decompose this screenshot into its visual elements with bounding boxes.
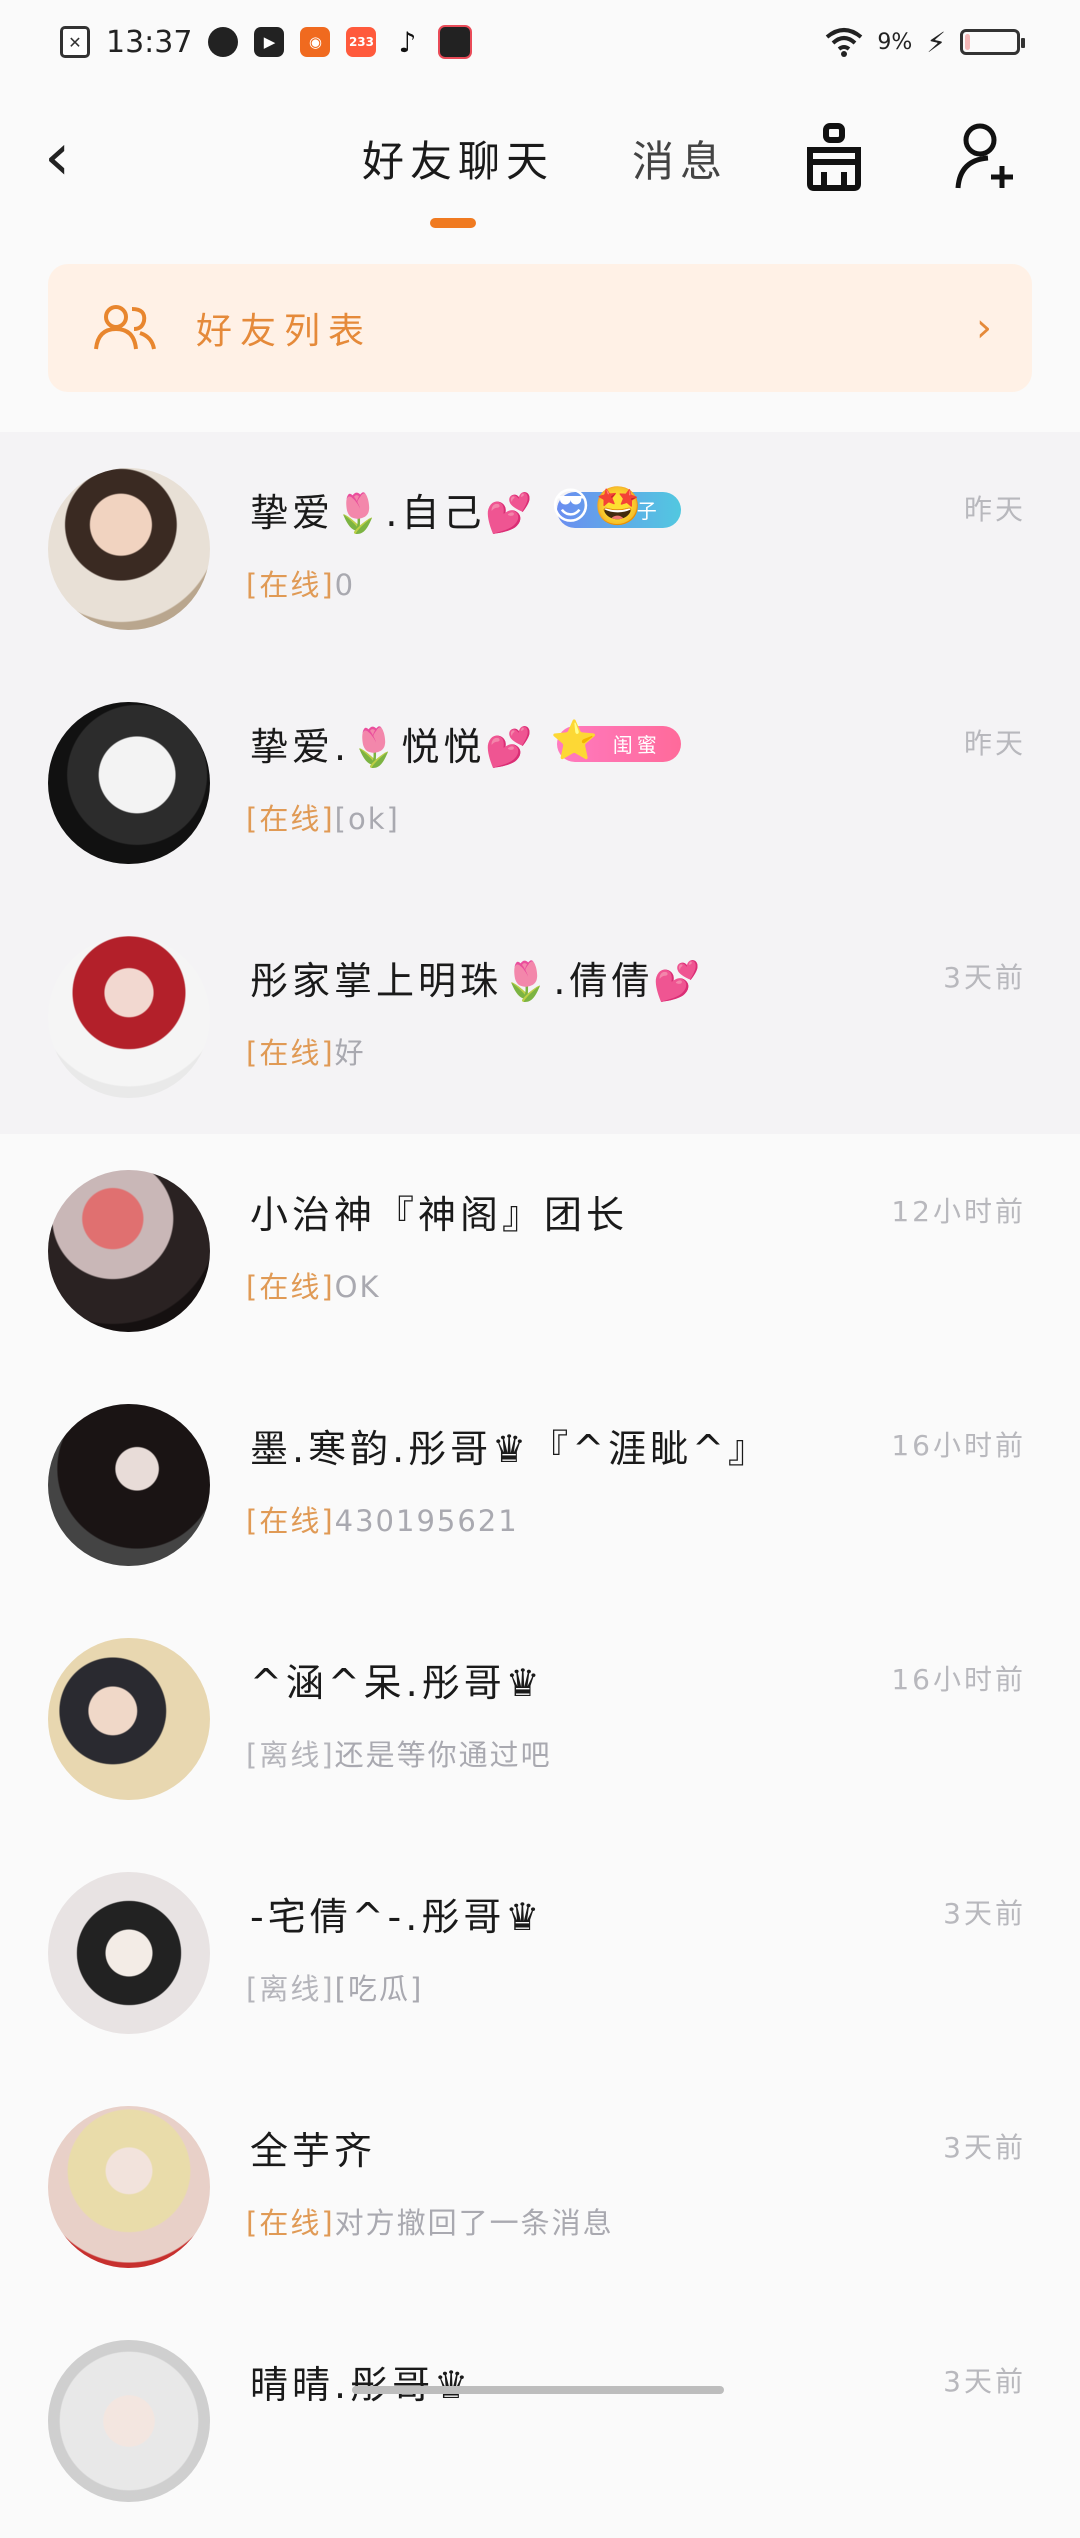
avatar [48,1872,210,2034]
chat-time: 16小时前 [891,1429,1026,1462]
orange-app-icon: ◉ [300,27,331,57]
friend-list-label: 好友列表 [196,311,373,352]
charging-icon: ⚡ [926,25,946,59]
chat-time: 昨天 [963,727,1026,760]
chat-list: 挚爱🌷.自己💕 😎🤩 搭子 [在线]0 昨天 挚爱.🌷悦悦💕 ⭐ 闺蜜 [在线]… [0,432,1080,2538]
avatar [48,468,210,630]
chat-time: 3天前 [943,2365,1026,2398]
offline-status: [离线] [246,1738,335,1772]
chat-row[interactable]: 小治神『神阁』团长 [在线]OK 12小时前 [0,1134,1080,1368]
avatar [48,1170,210,1332]
233-app-icon: 233 [346,27,377,57]
status-time: 13:37 [106,24,193,60]
online-status: [在线] [246,568,335,602]
video-record-icon [438,25,473,59]
battery-percent: 9% [877,29,913,55]
online-status: [在线] [246,802,335,836]
active-tab-indicator [430,218,476,228]
chevron-right-icon: › [976,305,992,351]
last-message: [在线]0 [246,568,356,602]
chat-name: 挚爱.🌷悦悦💕 ⭐ 闺蜜 [250,716,681,771]
badge-emoji: 😎🤩 [550,483,646,528]
chat-row[interactable]: 彤家掌上明珠🌷.倩倩💕 [在线]好 3天前 [0,900,1080,1134]
avatar [48,702,210,864]
chat-row[interactable]: ^涵^呆.彤哥♛ [离线]还是等你通过吧 16小时前 [0,1602,1080,1836]
chat-row[interactable]: 晴晴.彤哥♛ 3天前 [0,2304,1080,2538]
offline-status: [离线] [246,1972,335,2006]
chat-time: 3天前 [943,2131,1026,2164]
tab-friend-chat[interactable]: 好友聊天 [362,128,554,189]
tab-messages[interactable]: 消息 [632,128,728,189]
relationship-badge: 😎🤩 搭子 [551,484,681,528]
last-message: [在线]好 [246,1036,366,1070]
online-status: [在线] [246,1504,335,1538]
online-status: [在线] [246,1270,335,1304]
clean-broom-icon[interactable] [802,122,866,192]
status-bar: ✕ 13:37 ▶ ◉ 233 ♪ 9% ⚡ [0,0,1080,84]
add-friend-icon[interactable] [952,122,1022,192]
chat-name: 彤家掌上明珠🌷.倩倩💕 [250,959,705,1003]
last-message: [在线][ok] [246,802,400,836]
chat-name: 晴晴.彤哥♛ [250,2363,473,2407]
avatar [48,1404,210,1566]
chat-time: 3天前 [943,1897,1026,1930]
chat-row[interactable]: 全芋齐 [在线]对方撤回了一条消息 3天前 [0,2070,1080,2304]
leaf-app-icon [208,27,239,57]
home-indicator[interactable] [352,2386,724,2394]
chat-name: -宅倩^-.彤哥♛ [250,1895,544,1939]
avatar [48,2106,210,2268]
badge-emoji: ⭐ [550,717,603,762]
last-message: [在线]对方撤回了一条消息 [246,2206,614,2240]
friends-group-icon [94,305,156,350]
chat-time: 昨天 [963,493,1026,526]
chat-row[interactable]: -宅倩^-.彤哥♛ [离线][吃瓜] 3天前 [0,1836,1080,2070]
battery-fill [965,34,970,50]
chat-time: 12小时前 [891,1195,1026,1228]
close-notification-icon: ✕ [60,26,90,58]
top-navigation: ‹ 好友聊天 消息 [0,100,1080,228]
chat-name: 小治神『神阁』团长 [250,1193,629,1237]
online-status: [在线] [246,2206,335,2240]
avatar [48,1638,210,1800]
last-message: [离线][吃瓜] [246,1972,424,2006]
last-message: [在线]OK [246,1270,381,1304]
online-status: [在线] [246,1036,335,1070]
chat-name: 挚爱🌷.自己💕 😎🤩 搭子 [250,482,681,537]
chat-time: 3天前 [943,961,1026,994]
relationship-badge: ⭐ 闺蜜 [551,718,681,762]
battery-icon [960,29,1025,55]
chat-row[interactable]: 挚爱.🌷悦悦💕 ⭐ 闺蜜 [在线][ok] 昨天 [0,666,1080,900]
chat-name: ^涵^呆.彤哥♛ [250,1661,544,1705]
chat-row[interactable]: 挚爱🌷.自己💕 😎🤩 搭子 [在线]0 昨天 [0,432,1080,666]
chat-time: 16小时前 [891,1663,1026,1696]
chat-row[interactable]: 墨.寒韵.彤哥♛『^涯眦^』 [在线]430195621 16小时前 [0,1368,1080,1602]
chat-name: 全芋齐 [250,2129,377,2173]
wifi-icon [826,28,863,57]
tiktok-icon: ♪ [398,25,417,59]
avatar [48,936,210,1098]
friend-list-button[interactable]: 好友列表 › [48,264,1032,392]
back-button[interactable]: ‹ [44,122,70,192]
video-play-icon: ▶ [254,27,285,57]
last-message: [离线]还是等你通过吧 [246,1738,552,1772]
avatar [48,2340,210,2502]
chat-name: 墨.寒韵.彤哥♛『^涯眦^』 [250,1427,770,1471]
last-message: [在线]430195621 [246,1504,519,1538]
